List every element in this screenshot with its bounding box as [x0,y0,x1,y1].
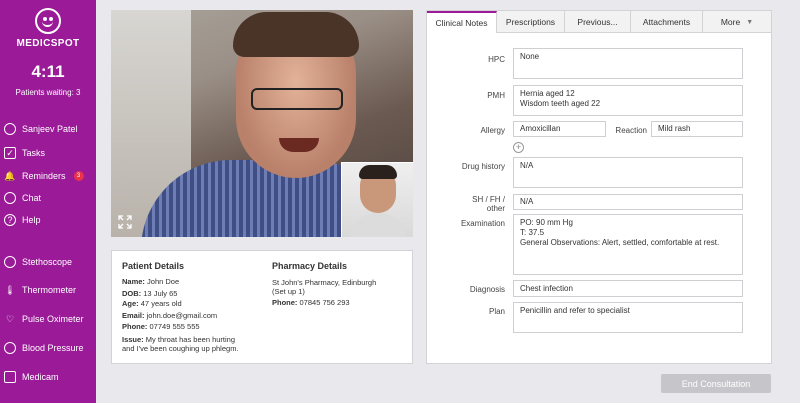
sidebar-item-chat[interactable]: Chat [4,190,41,206]
tab-clinical-notes[interactable]: Clinical Notes [427,11,497,33]
plan-field[interactable]: Penicillin and refer to specialist [513,302,743,333]
diagnosis-field[interactable]: Chest infection [513,280,743,297]
end-consultation-button[interactable]: End Consultation [661,374,771,393]
sidebar-item-label: Sanjeev Patel [22,124,78,134]
caret-down-icon: ▼ [746,18,754,26]
pharmacy-setup: (Set up 1) [272,287,305,296]
sidebar-item-label: Thermometer [22,285,77,295]
tab-bar: Clinical Notes Prescriptions Previous...… [427,11,771,33]
sh-fh-other-field[interactable]: N/A [513,194,743,210]
sidebar-item-label: Blood Pressure [22,343,84,353]
self-view-video [341,162,413,237]
pharmacy-name: St John's Pharmacy, Edinburgh [272,278,377,287]
user-icon [4,123,16,135]
patient-phone: Phone: 07749 555 555 [122,322,200,331]
sidebar-item-blood-pressure[interactable]: Blood Pressure [4,340,84,356]
sidebar-item-reminders[interactable]: 🔔 Reminders 3 [4,168,84,184]
drug-history-field[interactable]: N/A [513,157,743,188]
tab-attachments[interactable]: Attachments [631,11,703,33]
sidebar-item-stethoscope[interactable]: Stethoscope [4,254,72,270]
sidebar-item-label: Help [22,215,41,225]
clock: 4:11 [31,62,65,81]
sidebar-item-pulse-oximeter[interactable]: ♡ Pulse Oximeter [4,311,84,327]
stethoscope-icon [4,256,16,268]
patient-name: Name: John Doe [122,277,180,286]
sidebar-item-thermometer[interactable]: 🌡 Thermometer [4,282,76,298]
blood-pressure-icon [4,342,16,354]
allergy-label: Allergy [480,126,505,135]
plan-label: Plan [488,307,505,316]
sidebar-item-tasks[interactable]: ✓ Tasks [4,145,45,161]
examination-field[interactable]: PO: 90 mm Hg T: 37.5 General Observations:… [513,214,743,275]
reminders-badge: 3 [73,171,84,181]
sidebar-item-label: Tasks [22,148,46,158]
reaction-label: Reaction [615,126,647,135]
drug-history-label: Drug history [461,162,505,171]
patient-details-heading: Patient Details [122,261,185,271]
sidebar-item-user[interactable]: Sanjeev Patel [4,121,78,137]
tab-prescriptions[interactable]: Prescriptions [497,11,565,33]
pulse-oximeter-icon: ♡ [5,313,15,324]
diagnosis-label: Diagnosis [469,285,505,294]
brand-name: MEDICSPOT [16,38,80,49]
reaction-field[interactable]: Mild rash [651,121,743,137]
sidebar-item-label: Chat [22,193,42,203]
pharmacy-details-heading: Pharmacy Details [272,261,348,271]
sidebar-item-label: Pulse Oximeter [22,314,84,324]
patient-age: Age: 47 years old [122,299,182,308]
help-icon: ? [4,214,16,226]
brand-logo: MEDICSPOT [0,8,96,49]
smiley-logo-icon [35,8,61,34]
patient-dob: DOB: 13 July 65 [122,289,178,298]
sidebar-item-medicam[interactable]: Medicam [4,369,59,385]
sidebar-item-label: Stethoscope [22,257,73,267]
patient-email: Email: john.doe@gmail.com [122,311,218,320]
sidebar-item-label: Medicam [22,372,59,382]
patient-details-card: Patient Details Name: John Doe DOB: 13 J… [111,250,413,364]
checklist-icon: ✓ [4,147,16,159]
chat-bubble-icon [4,192,16,204]
allergy-field[interactable]: Amoxicillan [513,121,606,137]
camera-icon [4,371,16,383]
hpc-field[interactable]: None [513,48,743,79]
patient-issue-cont: and I've been coughing up phlegm. [122,344,239,353]
thermometer-icon: 🌡 [4,284,16,295]
fullscreen-expand-icon[interactable] [118,215,132,229]
sidebar: MEDICSPOT 4:11 Patients waiting: 3 Sanje… [0,0,96,403]
examination-label: Examination [460,219,505,228]
tab-more[interactable]: More ▼ [703,11,771,33]
pmh-label: PMH [487,91,505,100]
pharmacy-phone: Phone: 07845 756 293 [272,298,350,307]
sidebar-item-help[interactable]: ? Help [4,212,41,228]
sidebar-item-label: Reminders [22,171,66,181]
tab-previous[interactable]: Previous... [565,11,631,33]
hpc-label: HPC [488,55,505,64]
sh-fh-other-label: SH / FH / other [472,195,505,213]
add-allergy-plus-icon[interactable]: + [513,142,524,153]
clinical-notes-panel: Clinical Notes Prescriptions Previous...… [426,10,772,364]
patient-issue: Issue: My throat has been hurting [122,335,236,344]
pmh-field[interactable]: Hernia aged 12 Wisdom teeth aged 22 [513,85,743,116]
patients-waiting: Patients waiting: 3 [15,88,81,97]
bell-icon: 🔔 [4,170,16,181]
